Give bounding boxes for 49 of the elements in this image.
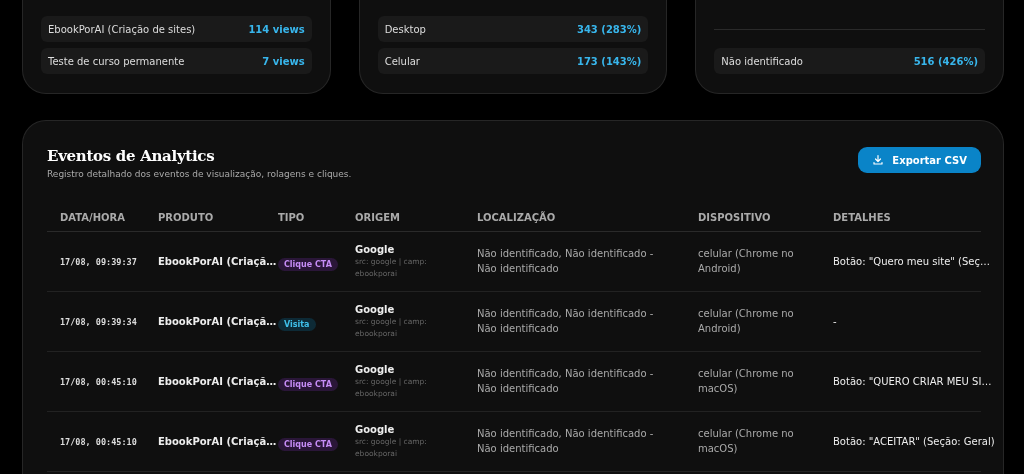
event-type-tag: Clique CTA <box>278 257 338 271</box>
details-cell: Botão: "ACEITAR" (Seção: Geral) <box>833 436 995 447</box>
device-cell-text: celular (Chrome no Android) <box>698 247 795 276</box>
column-header: DETALHES <box>833 212 892 223</box>
column-header: DATA/HORA <box>60 212 126 223</box>
column-header: DISPOSITIVO <box>698 212 772 223</box>
details-cell: Botão: "Quero meu site" (Seç… <box>833 256 990 267</box>
event-type-tag: Clique CTA <box>278 377 338 391</box>
datetime-cell-text: 17/08, 09:39:34 <box>60 316 138 327</box>
device-cell-text: celular (Chrome no macOS) <box>698 367 795 396</box>
stat-label: EbookPorAI (Criação de sites) <box>48 23 196 35</box>
stat-value: 516 (426%) <box>913 55 978 67</box>
export-button[interactable]: Exportar CSV <box>858 147 981 173</box>
column-header: PRODUTO <box>158 212 215 223</box>
origin-name: Google <box>355 423 396 435</box>
location-cell-text: Não identificado, Não identificado - Não identificado <box>477 307 655 336</box>
product-cell: EbookPorAI (Criaçã… <box>158 436 278 447</box>
column-header: ORIGEM <box>355 212 401 223</box>
details-cell: Botão: "QUERO CRIAR MEU SI… <box>833 376 992 387</box>
download-icon <box>872 154 885 166</box>
stat-value: 7 views <box>262 55 305 67</box>
panel-title: Eventos de Analytics <box>47 147 216 165</box>
device-cell-text: celular (Chrome no macOS) <box>698 427 795 456</box>
datetime-cell-text: 17/08, 00:45:10 <box>60 376 138 387</box>
stat-value: 114 views <box>248 23 305 35</box>
device-cell-text: celular (Chrome no Android) <box>698 307 795 336</box>
stat-label: Teste de curso permanente <box>48 55 185 67</box>
stat-label: Celular <box>384 55 420 67</box>
stat-label: Desktop <box>384 23 426 35</box>
column-header: LOCALIZAÇÃO <box>477 212 557 223</box>
details-cell-text: - <box>833 316 838 327</box>
event-type-tag: Clique CTA <box>278 437 338 451</box>
product-cell: EbookPorAI (Criaçã… <box>158 316 278 327</box>
datetime-cell-text: 17/08, 09:39:37 <box>60 256 138 267</box>
datetime-cell-text: 17/08, 00:45:10 <box>60 436 138 447</box>
panel-subtitle: Registro detalhado dos eventos de visualização, rolagens e cliques. <box>47 169 352 179</box>
product-cell: EbookPorAI (Criaçã… <box>158 376 278 387</box>
event-type-tag: Visita <box>278 317 316 331</box>
product-cell: EbookPorAI (Criaçã… <box>158 256 278 267</box>
stat-value: 173 (143%) <box>576 55 642 67</box>
origin-name: Google <box>355 303 396 315</box>
location-cell-text: Não identificado, Não identificado - Não identificado <box>477 367 655 396</box>
location-cell-text: Não identificado, Não identificado - Não identificado <box>477 247 655 276</box>
stat-value: 343 (283%) <box>576 23 642 35</box>
origin-name: Google <box>355 243 396 255</box>
stat-label: Não identificado <box>721 55 803 67</box>
origin-name: Google <box>355 363 396 375</box>
column-header: TIPO <box>278 212 306 223</box>
location-cell-text: Não identificado, Não identificado - Não identificado <box>477 427 655 456</box>
